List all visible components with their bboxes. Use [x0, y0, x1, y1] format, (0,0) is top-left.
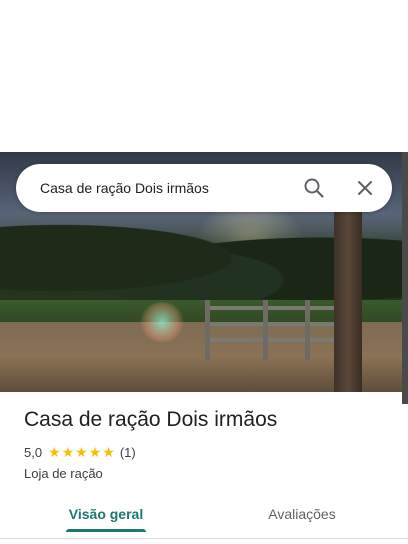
- rating-row[interactable]: 5,0 ★★★★★ (1): [24, 444, 136, 461]
- photo-gate: [205, 300, 335, 360]
- tab-reviews[interactable]: Avaliações: [262, 496, 342, 536]
- search-query[interactable]: Casa de ração Dois irmãos: [40, 164, 209, 212]
- tab-overview-label: Visão geral: [68, 506, 144, 522]
- close-icon[interactable]: [353, 176, 377, 200]
- photo-pole: [334, 212, 362, 392]
- tabs-divider: [0, 538, 408, 539]
- active-tab-indicator: [66, 529, 146, 532]
- rating-stars: ★★★★★: [48, 444, 116, 460]
- place-category[interactable]: Loja de ração: [24, 466, 103, 481]
- scrollbar[interactable]: [402, 152, 408, 404]
- search-bar[interactable]: Casa de ração Dois irmãos: [16, 164, 392, 212]
- search-icon[interactable]: [302, 176, 326, 200]
- tab-reviews-label: Avaliações: [268, 506, 336, 522]
- place-title: Casa de ração Dois irmãos: [24, 408, 278, 431]
- photo-lens-flare: [140, 302, 184, 342]
- rating-value: 5,0: [24, 445, 43, 460]
- tab-overview[interactable]: Visão geral: [66, 496, 146, 536]
- review-count[interactable]: (1): [120, 445, 136, 460]
